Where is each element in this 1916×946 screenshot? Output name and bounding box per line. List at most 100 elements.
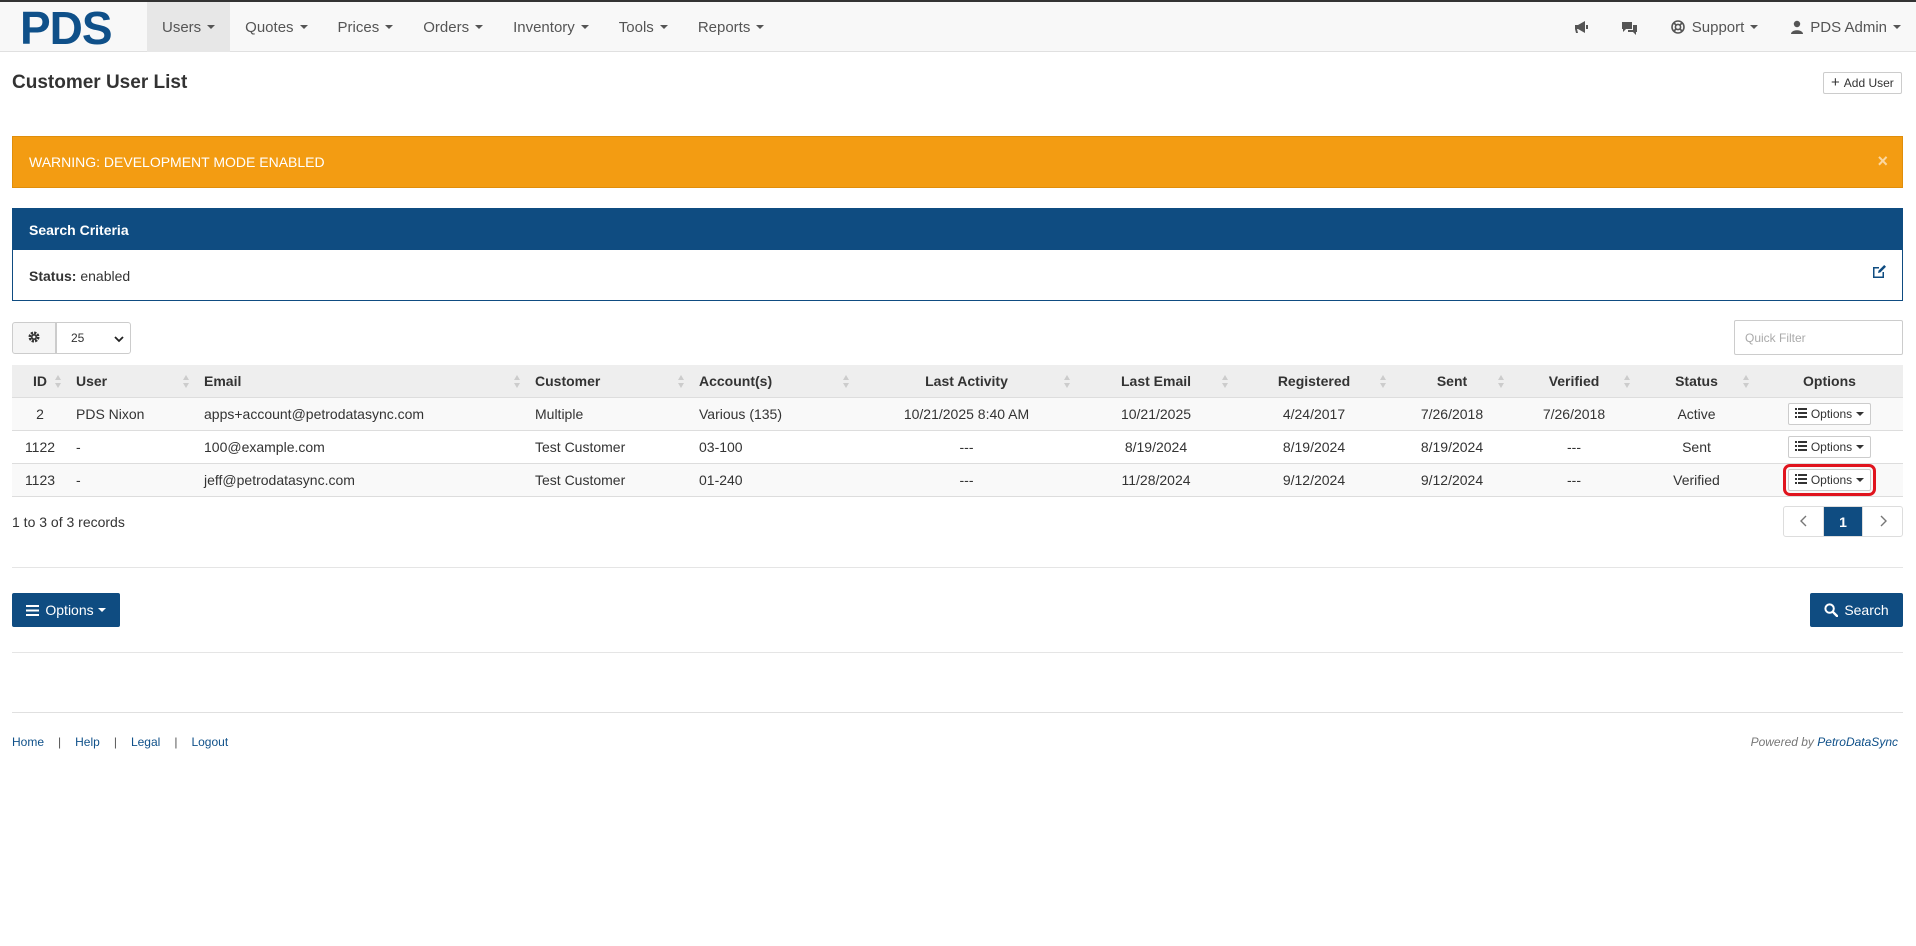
col-header-user[interactable]: User xyxy=(68,365,196,398)
caret-down-icon xyxy=(659,25,668,29)
row-options-label: Options xyxy=(1810,406,1853,421)
pagination: 1 xyxy=(1783,506,1903,537)
messages-button[interactable] xyxy=(1606,2,1654,52)
sort-icon xyxy=(1743,375,1750,388)
col-header-registered[interactable]: Registered xyxy=(1235,365,1393,398)
pagination-prev[interactable] xyxy=(1784,507,1824,536)
nav-prices-label: Prices xyxy=(337,18,380,36)
nav-users[interactable]: Users xyxy=(147,2,231,52)
sort-icon xyxy=(514,375,521,388)
nav-reports[interactable]: Reports xyxy=(683,2,780,52)
powered-by-prefix: Powered by xyxy=(1750,735,1814,749)
chevron-left-icon xyxy=(1799,514,1808,530)
col-header-customer[interactable]: Customer xyxy=(527,365,691,398)
bulk-options-button[interactable]: Options xyxy=(12,593,120,627)
cell-customer: Test Customer xyxy=(527,463,691,497)
table-row: 1123 - jeff@petrodatasync.com Test Custo… xyxy=(12,463,1903,497)
nav-user-menu[interactable]: PDS Admin xyxy=(1773,2,1916,52)
header-label: Verified xyxy=(1548,372,1600,389)
customer-user-table: ID User Email Customer Account(s) Last A… xyxy=(12,365,1903,497)
comments-icon xyxy=(1621,18,1639,36)
header-label: Last Email xyxy=(1120,372,1192,389)
cell-verified: --- xyxy=(1511,430,1637,464)
footer-link-help[interactable]: Help xyxy=(75,735,100,749)
bulk-options-label: Options xyxy=(45,602,94,618)
records-info: 1 to 3 of 3 records xyxy=(12,514,125,530)
sort-icon xyxy=(1624,375,1631,388)
brand-logo[interactable]: PDS xyxy=(20,5,113,51)
announcements-button[interactable] xyxy=(1558,2,1606,52)
nav-prices[interactable]: Prices xyxy=(323,2,409,52)
search-button[interactable]: Search xyxy=(1810,593,1903,627)
col-header-email[interactable]: Email xyxy=(196,365,527,398)
header-label: Account(s) xyxy=(699,372,773,389)
col-header-last-activity[interactable]: Last Activity xyxy=(856,365,1077,398)
sort-icon xyxy=(1222,375,1229,388)
col-header-last-email[interactable]: Last Email xyxy=(1077,365,1235,398)
cell-user: - xyxy=(68,463,196,497)
cell-accounts: 03-100 xyxy=(691,430,856,464)
header-label: Customer xyxy=(535,372,601,389)
page-size-value: 25 xyxy=(71,331,85,345)
nav-tools[interactable]: Tools xyxy=(604,2,683,52)
cell-sent: 8/19/2024 xyxy=(1393,430,1511,464)
nav-right: Support PDS Admin xyxy=(1558,2,1916,52)
row-options-button[interactable]: Options xyxy=(1782,463,1877,496)
footer-link-logout[interactable]: Logout xyxy=(191,735,228,749)
caret-down-icon xyxy=(207,25,216,29)
footer-separator: | xyxy=(113,735,117,749)
divider xyxy=(12,567,1903,568)
cell-last-activity: --- xyxy=(856,463,1077,497)
nav-reports-label: Reports xyxy=(697,18,751,36)
nav-quotes[interactable]: Quotes xyxy=(230,2,322,52)
table-row: 2 PDS Nixon apps+account@petrodatasync.c… xyxy=(12,397,1903,431)
cell-id: 1122 xyxy=(12,430,68,464)
footer-link-home[interactable]: Home xyxy=(12,735,44,749)
pagination-page[interactable]: 1 xyxy=(1824,507,1862,536)
col-header-status[interactable]: Status xyxy=(1637,365,1756,398)
chevron-right-icon xyxy=(1879,514,1887,530)
page-size-select[interactable]: 25 xyxy=(56,322,131,354)
nav-inventory[interactable]: Inventory xyxy=(498,2,604,52)
cell-sent: 9/12/2024 xyxy=(1393,463,1511,497)
col-header-verified[interactable]: Verified xyxy=(1511,365,1637,398)
footer-link-legal[interactable]: Legal xyxy=(131,735,160,749)
col-header-accounts[interactable]: Account(s) xyxy=(691,365,856,398)
search-criteria-heading: Search Criteria xyxy=(13,209,1902,250)
add-user-button[interactable]: + Add User xyxy=(1823,72,1902,94)
row-options-button[interactable]: Options xyxy=(1787,402,1872,425)
quick-filter-input[interactable] xyxy=(1734,320,1903,355)
table-settings-button[interactable] xyxy=(12,322,56,354)
pagination-next[interactable] xyxy=(1862,507,1902,536)
list-icon xyxy=(1794,440,1807,454)
lifebuoy-icon xyxy=(1669,18,1687,36)
divider xyxy=(12,652,1903,653)
header-label: ID xyxy=(33,372,47,389)
col-header-sent[interactable]: Sent xyxy=(1393,365,1511,398)
cell-verified: --- xyxy=(1511,463,1637,497)
sort-icon xyxy=(1064,375,1071,388)
sort-icon xyxy=(55,375,62,388)
close-icon[interactable]: × xyxy=(1877,151,1888,172)
row-options-button[interactable]: Options xyxy=(1787,435,1872,458)
sort-icon xyxy=(1380,375,1387,388)
table-row: 1122 - 100@example.com Test Customer 03-… xyxy=(12,430,1903,464)
col-header-id[interactable]: ID xyxy=(12,365,68,398)
cell-customer: Multiple xyxy=(527,397,691,431)
footer-divider xyxy=(12,712,1903,713)
nav-support[interactable]: Support xyxy=(1654,2,1774,52)
cell-options: Options xyxy=(1756,430,1903,464)
nav-orders[interactable]: Orders xyxy=(408,2,498,52)
cell-last-email: 8/19/2024 xyxy=(1077,430,1235,464)
dev-mode-alert: WARNING: DEVELOPMENT MODE ENABLED × xyxy=(12,136,1903,188)
powered-by-link[interactable]: PetroDataSync xyxy=(1817,735,1898,749)
alert-text: WARNING: DEVELOPMENT MODE ENABLED xyxy=(29,154,325,170)
search-criteria-body: Status: enabled xyxy=(13,250,1902,301)
nav-quotes-label: Quotes xyxy=(245,18,294,36)
header-label: Last Activity xyxy=(925,372,1008,389)
edit-icon[interactable] xyxy=(1871,264,1886,282)
cell-email: 100@example.com xyxy=(196,430,527,464)
main-nav: Users Quotes Prices Orders Inventory Too… xyxy=(147,2,779,52)
header-label: Status xyxy=(1675,372,1718,389)
cell-last-activity: --- xyxy=(856,430,1077,464)
